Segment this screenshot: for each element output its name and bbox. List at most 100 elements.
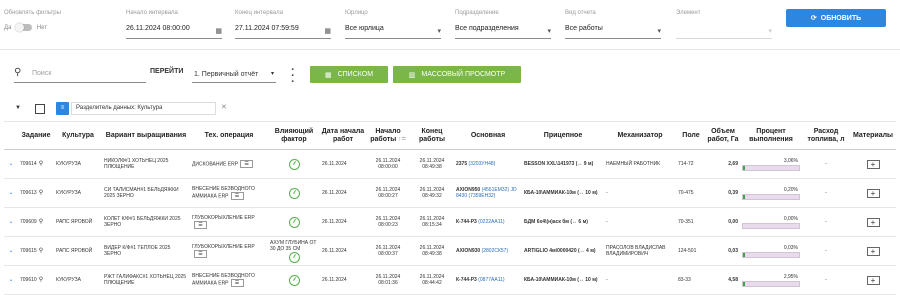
- fuel-cell: -: [802, 178, 850, 208]
- gauge-icon[interactable]: [288, 251, 300, 263]
- end-interval-field[interactable]: Конец интервала 27.11.2024 07:59:59 ▦: [235, 10, 331, 39]
- element-value[interactable]: [676, 23, 772, 34]
- column-header-main[interactable]: Основная: [454, 121, 522, 150]
- search-icon[interactable]: ⚲: [39, 161, 43, 167]
- row-expand-icon[interactable]: ⌄: [4, 207, 18, 237]
- refresh-filters-label: Обновлять фильтры: [4, 10, 61, 16]
- sort-icon[interactable]: ↑=: [396, 136, 406, 143]
- report-type-select[interactable]: Вид отчета Все работы ▾: [565, 10, 661, 39]
- list-view-button[interactable]: ▦ СПИСКОМ: [310, 66, 388, 83]
- column-header-expand: [4, 121, 18, 150]
- gauge-icon[interactable]: [288, 187, 300, 199]
- variant-cell: КОЛЕТ К/Ф#1 БЕЛЬДЯЖКИ 2025 ЗЕРНО: [102, 207, 190, 237]
- main-name: 2375: [456, 161, 468, 167]
- division-select[interactable]: Подразделение Все подразделения ▾: [455, 10, 551, 39]
- table-header-row: Задание Культура Вариант выращивания Тех…: [4, 121, 896, 150]
- column-header-operation[interactable]: Тех. операция: [190, 121, 268, 150]
- table-row[interactable]: ⌄ 709615 ⚲ РАПС ЯРОВОЙ ВИДЕР К/Ф#1 ТЕПЛОЕ 20…: [4, 236, 896, 266]
- calendar-icon[interactable]: ▦: [324, 27, 331, 35]
- table-row[interactable]: ⌄ 709609 ⚲ РАПС ЯРОВОЙ КОЛЕТ К/Ф#1 БЕЛЬДЯЖКИ…: [4, 207, 896, 237]
- main-cell: AXION930 (2802СК57): [454, 236, 522, 266]
- search-icon[interactable]: ⚲: [39, 248, 43, 254]
- task-id: 709615: [20, 248, 37, 254]
- dropdown-caret-icon[interactable]: ▾: [437, 27, 441, 35]
- dropdown-caret-icon[interactable]: ▾: [547, 27, 551, 35]
- element-select[interactable]: Элемент ▾: [676, 10, 772, 39]
- search-icon[interactable]: ⚲: [39, 190, 43, 196]
- row-expand-icon[interactable]: ⌄: [4, 236, 18, 266]
- main-code-link[interactable]: (0877АА11): [478, 277, 504, 283]
- legal-entity-value[interactable]: Все юрлица: [345, 23, 441, 34]
- row-expand-icon[interactable]: ⌄: [4, 149, 18, 179]
- table-row[interactable]: ⌄ 709610 ⚲ КУКУРУЗА РЖТ ГАЛИФАКС#1 ХОТЬНЕЦ 2…: [4, 265, 896, 295]
- main-code-link[interactable]: (0222АА11): [478, 219, 504, 225]
- legal-entity-select[interactable]: Юрлицо Все юрлица ▾: [345, 10, 441, 39]
- start-date-cell: 26.11.2024: [320, 265, 366, 295]
- table-row[interactable]: ⌄ 709613 ⚲ КУКУРУЗА СИ ТАЛИСМАН#1 БЕЛЬДЯЖКИ …: [4, 178, 896, 208]
- search-icon[interactable]: ⚲: [39, 277, 43, 283]
- column-header-task[interactable]: Задание: [18, 121, 54, 150]
- search-icon[interactable]: ⚲: [39, 219, 43, 225]
- dropdown-caret-icon[interactable]: ▾: [657, 27, 661, 35]
- row-expand-icon[interactable]: ⌄: [4, 178, 18, 208]
- list-icon[interactable]: ☰: [230, 192, 244, 200]
- table-row[interactable]: ⌄ 709614 ⚲ КУКУРУЗА НИКОЛФ#1 ХОТЬНЕЦ 2025 ПЛ…: [4, 149, 896, 179]
- gauge-icon[interactable]: [288, 274, 300, 286]
- gauge-icon[interactable]: [288, 158, 300, 170]
- refresh-button[interactable]: ⟳ ОБНОВИТЬ: [786, 9, 886, 27]
- select-all-checkbox[interactable]: [35, 104, 45, 114]
- separator-icon: ≡: [56, 102, 69, 115]
- main-code-link[interactable]: (3203УН48): [469, 161, 496, 167]
- column-header-materials[interactable]: Материалы: [850, 121, 896, 150]
- column-header-trailer[interactable]: Прицепное: [522, 121, 604, 150]
- go-button[interactable]: ПЕРЕЙТИ: [150, 68, 183, 75]
- more-options-icon[interactable]: · · ·: [290, 65, 296, 88]
- task-cell: 709615 ⚲: [18, 236, 54, 266]
- add-material-button[interactable]: +: [866, 246, 880, 256]
- row-expand-icon[interactable]: ⌄: [4, 265, 18, 295]
- search-input[interactable]: ⚲ Поиск: [14, 66, 146, 83]
- column-header-variant[interactable]: Вариант выращивания: [102, 121, 190, 150]
- list-icon[interactable]: ☰: [194, 221, 207, 229]
- field-cell: 714-72: [676, 149, 706, 179]
- column-header-field[interactable]: Поле: [676, 121, 706, 150]
- column-header-start-date[interactable]: Дата начала работ: [320, 121, 366, 150]
- report-select[interactable]: 1. Первичный отчёт ▾: [192, 66, 276, 83]
- list-icon[interactable]: ☰: [230, 279, 244, 287]
- main-code-link[interactable]: (2802СК57): [482, 248, 509, 254]
- task-cell: 709610 ⚲: [18, 265, 54, 295]
- column-header-work-start[interactable]: Начало работы ↑=: [366, 121, 410, 150]
- end-interval-value[interactable]: 27.11.2024 07:59:59: [235, 23, 331, 34]
- add-material-button[interactable]: +: [866, 275, 880, 285]
- start-interval-label: Начало интервала: [126, 10, 178, 16]
- start-interval-field[interactable]: Начало интервала 26.11.2024 08:00:00 ▦: [126, 10, 222, 39]
- operator-cell: НАЕМНЫЙ РАБОТНИК: [604, 149, 676, 179]
- report-type-value[interactable]: Все работы: [565, 23, 661, 34]
- refresh-filters-toggle[interactable]: [15, 23, 33, 32]
- add-material-button[interactable]: +: [866, 217, 880, 227]
- mass-view-button[interactable]: ▥ МАССОВЫЙ ПРОСМОТР: [393, 66, 521, 83]
- gauge-icon[interactable]: [288, 216, 300, 228]
- refresh-icon: ⟳: [810, 15, 817, 22]
- list-icon[interactable]: ☰: [194, 250, 207, 258]
- close-icon[interactable]: ✕: [221, 103, 227, 111]
- column-header-work-end[interactable]: Конец работы: [410, 121, 454, 150]
- column-header-volume[interactable]: Объем работ, Га: [706, 121, 740, 150]
- trailer-cell: БДМ 6х4\(н)аск бм (↔ 6 м): [522, 207, 604, 237]
- expand-all-icon[interactable]: ▼: [15, 105, 21, 111]
- work-end-time: 08:44:42: [422, 280, 442, 286]
- calendar-icon[interactable]: ▦: [215, 27, 222, 35]
- dropdown-caret-icon[interactable]: ▾: [768, 27, 772, 35]
- column-header-operator[interactable]: Механизатор: [604, 121, 676, 150]
- column-header-fuel[interactable]: Расход топлива, л: [802, 121, 850, 150]
- division-value[interactable]: Все подразделения: [455, 23, 551, 34]
- add-material-button[interactable]: +: [866, 188, 880, 198]
- column-header-culture[interactable]: Культура: [54, 121, 102, 150]
- column-header-percent[interactable]: Процент выполнения: [740, 121, 802, 150]
- variant-cell: РЖТ ГАЛИФАКС#1 ХОТЬНЕЦ 2025 ПЛЮЩЕНИЕ: [102, 265, 190, 295]
- list-icon[interactable]: ☰: [240, 160, 254, 168]
- start-interval-value[interactable]: 26.11.2024 08:00:00: [126, 23, 222, 34]
- column-header-factor[interactable]: Влияющий фактор: [268, 121, 320, 150]
- division-label: Подразделение: [455, 10, 499, 16]
- add-material-button[interactable]: +: [866, 159, 880, 169]
